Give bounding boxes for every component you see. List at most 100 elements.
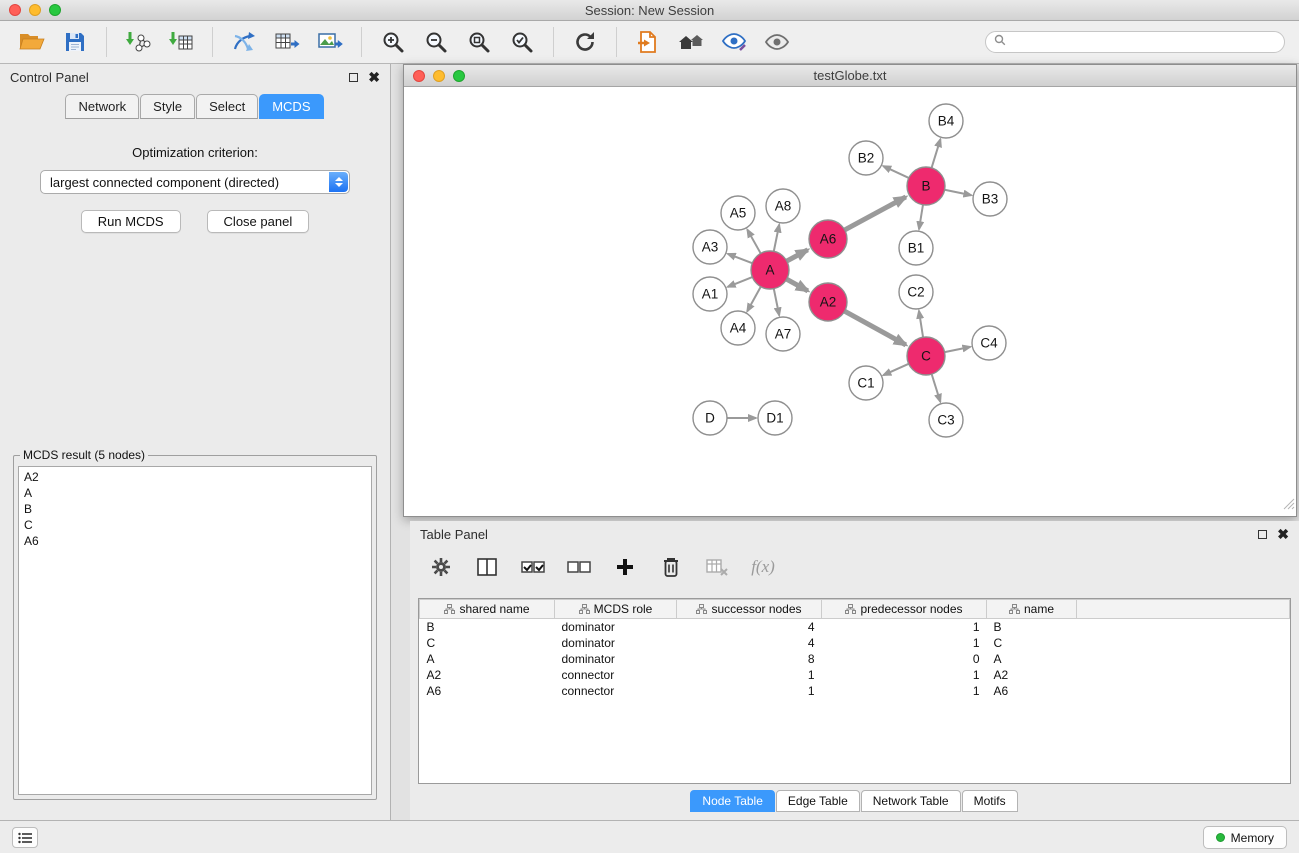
refresh-icon[interactable] [567, 25, 603, 59]
search-input[interactable] [1011, 35, 1276, 49]
column-header-MCDS-role[interactable]: MCDS role [555, 600, 677, 619]
toolbar-separator [553, 27, 554, 57]
graph-edge-A-A1[interactable] [728, 277, 753, 287]
main-toolbar [0, 21, 1299, 64]
trash-icon[interactable] [658, 552, 684, 582]
network-minimize-icon[interactable] [433, 70, 445, 82]
mcds-result-item[interactable]: A [19, 485, 371, 501]
window-title: Session: New Session [0, 0, 1299, 21]
function-builder-button[interactable]: f(x) [750, 552, 776, 582]
zoom-fit-icon[interactable] [461, 25, 497, 59]
zoom-out-icon[interactable] [418, 25, 454, 59]
deselect-all-icon[interactable] [566, 552, 592, 582]
column-header-predecessor-nodes[interactable]: predecessor nodes [822, 600, 987, 619]
network-close-icon[interactable] [413, 70, 425, 82]
delete-table-icon[interactable] [704, 552, 730, 582]
graph-edge-A-A2[interactable] [787, 279, 808, 291]
graph-edge-A6-B[interactable] [845, 197, 906, 230]
select-all-icon[interactable] [520, 552, 546, 582]
resize-grip-icon[interactable] [1283, 497, 1295, 515]
graph-edge-B-B4[interactable] [932, 139, 941, 168]
memory-label: Memory [1231, 831, 1274, 845]
export-table-icon[interactable] [269, 25, 305, 59]
graph-node-label: B [921, 179, 930, 194]
graph-edge-A-A3[interactable] [728, 254, 753, 263]
zoom-window-icon[interactable] [49, 4, 61, 16]
graph-edge-A-A7[interactable] [774, 289, 779, 316]
import-table-icon[interactable] [163, 25, 199, 59]
document-icon[interactable] [630, 25, 666, 59]
graph-node-label: C1 [857, 376, 874, 391]
column-header-shared-name[interactable]: shared name [420, 600, 555, 619]
columns-icon[interactable] [474, 552, 500, 582]
column-header-successor-nodes[interactable]: successor nodes [677, 600, 822, 619]
close-panel-button[interactable]: Close panel [207, 210, 310, 233]
network-window-titlebar[interactable]: testGlobe.txt [404, 65, 1296, 87]
tab-network[interactable]: Network [65, 94, 139, 119]
graph-edge-A-A4[interactable] [747, 287, 761, 312]
window-titlebar: Session: New Session [0, 0, 1299, 21]
table-row[interactable]: A6connector11A6 [420, 683, 1290, 699]
import-network-icon[interactable] [120, 25, 156, 59]
graph-edge-B-B3[interactable] [945, 190, 972, 195]
table-row[interactable]: Cdominator41C [420, 635, 1290, 651]
zoom-selected-icon[interactable] [504, 25, 540, 59]
graph-edge-C-C2[interactable] [919, 311, 923, 337]
zoom-in-icon[interactable] [375, 25, 411, 59]
network-canvas[interactable]: AA2A6BCA1A3A4A5A7A8B1B2B3B4C1C2C3C4DD1 [404, 87, 1296, 516]
graph-node-label: A7 [775, 327, 792, 342]
table-tab-edge-table[interactable]: Edge Table [776, 790, 860, 812]
table-row[interactable]: Adominator80A [420, 651, 1290, 667]
network-graph[interactable]: AA2A6BCA1A3A4A5A7A8B1B2B3B4C1C2C3C4DD1 [404, 87, 1295, 516]
table-tab-motifs[interactable]: Motifs [962, 790, 1018, 812]
table-tab-network-table[interactable]: Network Table [861, 790, 961, 812]
graph-edge-A2-C[interactable] [845, 311, 906, 345]
graph-edge-B-B2[interactable] [883, 166, 909, 178]
optimization-criterion-dropdown[interactable]: largest connected component (directed) [40, 170, 350, 194]
search-field[interactable] [985, 31, 1285, 53]
tab-style[interactable]: Style [140, 94, 195, 119]
save-session-icon[interactable] [57, 25, 93, 59]
open-file-icon[interactable] [14, 25, 50, 59]
home-icon[interactable] [673, 25, 709, 59]
eye-style-icon[interactable] [716, 25, 752, 59]
float-panel-icon[interactable] [349, 73, 358, 82]
export-image-icon[interactable] [312, 25, 348, 59]
tab-mcds[interactable]: MCDS [259, 94, 323, 119]
add-icon[interactable] [612, 552, 638, 582]
table-tab-node-table[interactable]: Node Table [690, 790, 775, 812]
mcds-result-item[interactable]: C [19, 517, 371, 533]
mcds-result-item[interactable]: B [19, 501, 371, 517]
graph-node-label: D1 [766, 411, 783, 426]
export-network-icon[interactable] [226, 25, 262, 59]
table-row[interactable]: A2connector11A2 [420, 667, 1290, 683]
graph-edge-A-A8[interactable] [774, 225, 779, 252]
mcds-result-item[interactable]: A2 [19, 469, 371, 485]
minimize-window-icon[interactable] [29, 4, 41, 16]
column-header-name[interactable]: name [987, 600, 1077, 619]
graph-edge-C-C1[interactable] [883, 364, 908, 375]
close-table-panel-icon[interactable]: ✖ [1277, 529, 1289, 539]
table-row[interactable]: Bdominator41B [420, 619, 1290, 636]
graph-edge-C-C4[interactable] [945, 347, 971, 352]
graph-node-label: B4 [938, 114, 955, 129]
memory-button[interactable]: Memory [1203, 826, 1287, 849]
float-table-panel-icon[interactable] [1258, 530, 1267, 539]
tab-select[interactable]: Select [196, 94, 258, 119]
mcds-result-item[interactable]: A6 [19, 533, 371, 549]
graph-edge-A-A5[interactable] [747, 230, 760, 254]
graph-edge-A-A6[interactable] [787, 250, 808, 261]
toolbar-separator [212, 27, 213, 57]
gear-icon[interactable] [428, 552, 454, 582]
eye-icon[interactable] [759, 25, 795, 59]
close-window-icon[interactable] [9, 4, 21, 16]
network-zoom-icon[interactable] [453, 70, 465, 82]
close-panel-icon[interactable]: ✖ [368, 72, 380, 82]
mcds-result-list[interactable]: A2ABCA6 [18, 466, 372, 795]
graph-edge-C-C3[interactable] [932, 374, 941, 402]
dropdown-stepper-icon[interactable] [329, 172, 348, 192]
graph-edge-B-B1[interactable] [919, 205, 923, 229]
run-mcds-button[interactable]: Run MCDS [81, 210, 181, 233]
task-history-icon[interactable] [12, 827, 38, 848]
node-table[interactable]: shared nameMCDS rolesuccessor nodesprede… [418, 598, 1291, 784]
